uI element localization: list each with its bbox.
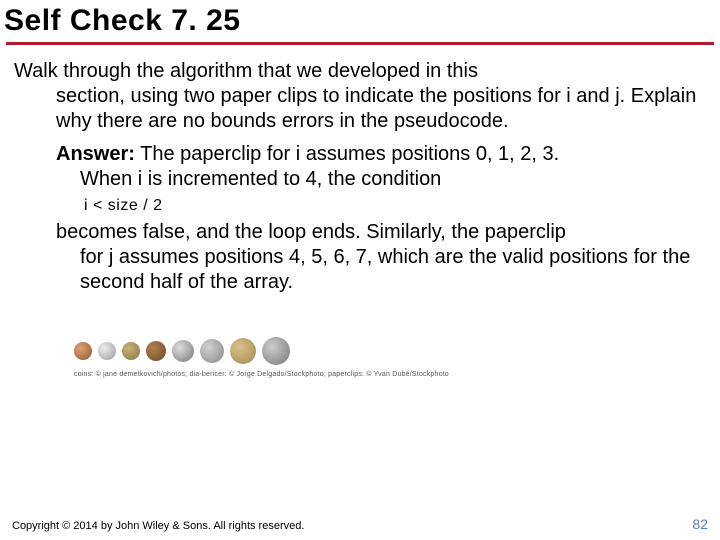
slide-title: Self Check 7. 25 bbox=[4, 4, 716, 42]
answer-line2: When i is incremented to 4, the conditio… bbox=[56, 167, 706, 192]
question-text: Walk through the algorithm that we devel… bbox=[14, 59, 706, 134]
slide-body: Walk through the algorithm that we devel… bbox=[0, 45, 720, 380]
answer-continued: becomes false, and the loop ends. Simila… bbox=[56, 220, 706, 295]
answer-block: Answer: The paperclip for i assumes posi… bbox=[14, 142, 706, 295]
page-number: 82 bbox=[692, 516, 708, 532]
image-credits: coins: © jane demetkovich/photos; dia-be… bbox=[14, 371, 706, 380]
coins-image bbox=[14, 337, 706, 365]
answer-cont-rest: for j assumes positions 4, 5, 6, 7, whic… bbox=[56, 245, 706, 295]
coin-icon bbox=[74, 342, 92, 360]
answer-line1-rest: The paperclip for i assumes positions 0,… bbox=[135, 143, 559, 165]
coin-icon bbox=[230, 338, 256, 364]
coin-icon bbox=[98, 342, 116, 360]
coin-icon bbox=[172, 340, 194, 362]
answer-line1: Answer: The paperclip for i assumes posi… bbox=[56, 142, 706, 167]
footer: Copyright © 2014 by John Wiley & Sons. A… bbox=[0, 516, 720, 532]
code-condition: i < size / 2 bbox=[56, 196, 706, 216]
coin-icon bbox=[122, 342, 140, 360]
question-rest: section, using two paper clips to indica… bbox=[14, 84, 706, 134]
coin-icon bbox=[262, 337, 290, 365]
copyright-text: Copyright © 2014 by John Wiley & Sons. A… bbox=[12, 520, 304, 532]
coin-icon bbox=[200, 339, 224, 363]
answer-cont-line1: becomes false, and the loop ends. Simila… bbox=[56, 221, 566, 243]
question-line1: Walk through the algorithm that we devel… bbox=[14, 60, 478, 82]
answer-label: Answer: bbox=[56, 143, 135, 165]
coin-icon bbox=[146, 341, 166, 361]
